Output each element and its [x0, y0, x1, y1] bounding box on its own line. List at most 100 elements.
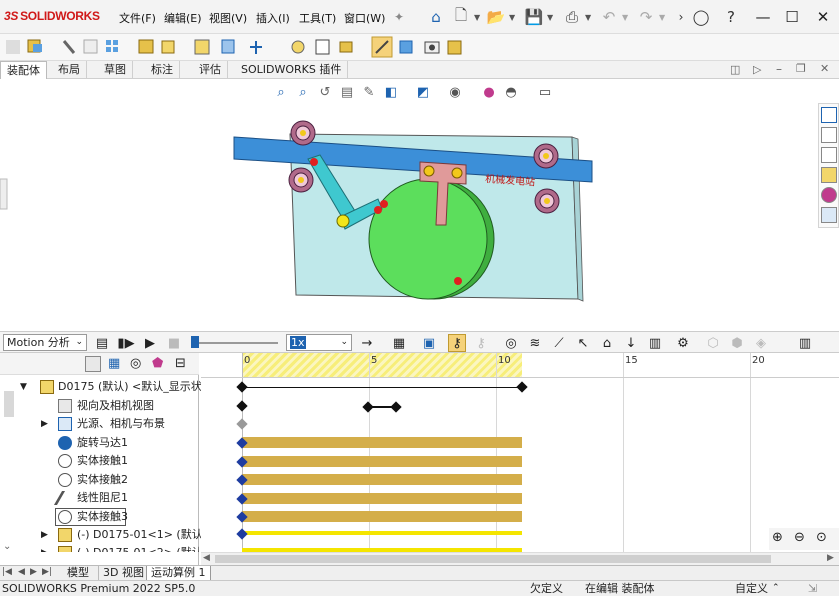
tab-last-icon[interactable]: ▶| [42, 567, 52, 577]
tab-first-icon[interactable]: |◀ [2, 567, 12, 577]
tree-item-lights[interactable]: ▶ 光源、相机与布景 [0, 415, 199, 433]
tree-item-part-2[interactable]: ▶ (-) D0175-01<2> (默认) [0, 544, 199, 552]
filter-selected-icon[interactable]: ◎ [130, 356, 141, 371]
motor-icon[interactable]: ◎ [502, 334, 520, 352]
doc-restore-icon[interactable]: ❐ [796, 62, 806, 75]
filter-results-icon[interactable]: ⬟ [152, 356, 163, 371]
menu-edit[interactable]: 编辑(E) [164, 10, 202, 26]
redo-icon[interactable]: ↷ [637, 8, 655, 26]
key-point-icon[interactable] [362, 401, 374, 413]
autokey-icon[interactable]: ⚷ [448, 334, 466, 352]
tree-item-part-1[interactable]: ▶ (-) D0175-01<1> (默认) [0, 526, 207, 544]
design-library-icon[interactable] [821, 127, 837, 143]
tree-item-contact-1[interactable]: 实体接触1 [0, 452, 199, 470]
chevron-down-icon[interactable]: ▼ [547, 13, 553, 22]
appearances-icon[interactable] [821, 187, 837, 203]
playback-speed-select[interactable]: 1x ⌄ [286, 334, 352, 351]
motion-properties-icon[interactable]: ⚙ [674, 334, 692, 352]
force-icon[interactable]: ↖ [574, 334, 592, 352]
timeline-scrollbar[interactable]: ◀ ▶ [201, 552, 839, 565]
spring-icon[interactable]: ≋ [526, 334, 544, 352]
doc-close-icon[interactable]: ✕ [820, 62, 829, 75]
panel-layout-icon[interactable]: ▥ [796, 334, 814, 352]
next-tab-icon[interactable]: ▷ [753, 63, 761, 76]
tree-item-damper[interactable]: 线性阻尼1 [0, 489, 199, 507]
help-icon[interactable]: ? [722, 8, 740, 26]
tree-item-views[interactable]: 视向及相机视图 [0, 397, 199, 415]
damper-time-bar[interactable] [242, 493, 522, 504]
resources-home-icon[interactable] [821, 107, 837, 123]
key-point-icon[interactable] [236, 381, 248, 393]
tab-assembly[interactable]: 装配体 [0, 61, 47, 79]
motor-time-bar[interactable] [242, 437, 522, 448]
file-explorer-icon[interactable] [821, 147, 837, 163]
playback-slider-handle[interactable] [191, 336, 199, 348]
user-icon[interactable]: ◯ [692, 8, 710, 26]
print-icon[interactable]: ⎙ [563, 8, 581, 26]
contact3-time-bar[interactable] [242, 511, 522, 522]
doc-minimize-icon[interactable]: – [776, 62, 782, 76]
tree-item-motor[interactable]: 旋转马达1 [0, 434, 199, 452]
tab-prev-icon[interactable]: ◀ [18, 567, 25, 577]
tab-sketch[interactable]: 草图 [98, 61, 133, 79]
scroll-left-icon[interactable]: ◀ [203, 553, 210, 563]
menu-insert[interactable]: 插入(I) [256, 10, 290, 26]
side-panel-handle-icon[interactable] [0, 178, 8, 210]
pin-icon[interactable]: ✦ [390, 8, 408, 26]
filter-animated-icon[interactable] [85, 356, 101, 372]
solidworks-logo[interactable]: 3S SOLIDWORKS [4, 9, 100, 23]
key-point-icon[interactable] [236, 418, 248, 430]
motion-timeline[interactable]: 0 5 10 15 20 ⊕ ⊖ ⊙ ◀ ▶ [201, 353, 839, 565]
tree-item-root[interactable]: ▼ D0175 (默认) <默认_显示状态 [0, 378, 213, 396]
key-point-icon[interactable] [516, 381, 528, 393]
zoom-in-icon[interactable]: ⊕ [772, 530, 783, 545]
scroll-right-icon[interactable]: ▶ [827, 553, 834, 563]
tab-model[interactable]: 模型 [63, 566, 93, 581]
part1-time-bar[interactable] [242, 531, 522, 535]
units-status[interactable]: 自定义 [735, 581, 768, 596]
tab-evaluate[interactable]: 评估 [193, 61, 228, 79]
tree-item-contact-3[interactable]: 实体接触3 [0, 508, 199, 526]
results-plots-icon[interactable]: ▥ [646, 334, 664, 352]
custom-properties-icon[interactable] [821, 207, 837, 223]
restore-tab-icon[interactable]: ◫ [730, 63, 740, 76]
tab-addins[interactable]: SOLIDWORKS 插件 [235, 61, 349, 79]
tab-markup[interactable]: 标注 [145, 61, 180, 79]
play-from-start-icon[interactable]: ▮▶ [117, 334, 135, 352]
undo-icon[interactable]: ↶ [600, 8, 618, 26]
playback-slider-track[interactable] [193, 342, 278, 344]
animation-wizard-icon[interactable]: ▣ [420, 334, 438, 352]
new-document-icon[interactable]: 🗋 [452, 6, 470, 26]
save-animation-icon[interactable]: ▦ [390, 334, 408, 352]
chevron-down-icon[interactable]: ▼ [585, 13, 591, 22]
tab-next-icon[interactable]: ▶ [30, 567, 37, 577]
save-icon[interactable]: 💾 [525, 8, 544, 26]
resize-grip-icon[interactable]: ⇲ [808, 581, 817, 596]
menu-window[interactable]: 窗口(W) [344, 10, 385, 26]
chevron-up-icon[interactable]: ⌃ [772, 581, 780, 596]
menu-tools[interactable]: 工具(T) [299, 10, 336, 26]
zoom-out-icon[interactable]: ⊖ [794, 530, 805, 545]
calculate-icon[interactable]: ▤ [93, 334, 111, 352]
playback-mode-icon[interactable]: → [358, 334, 376, 352]
home-icon[interactable]: ⌂ [427, 8, 445, 26]
tab-motion-study-1[interactable]: 运动算例 1 [146, 566, 211, 581]
minimize-icon[interactable]: — [754, 8, 772, 26]
graphics-viewport[interactable]: ⌕ ⌕ ↺ ▤ ✎ ◧ ◩ ◉ ● ◓ ▭ 机械发电站 [0, 79, 839, 331]
scroll-thumb[interactable] [215, 555, 771, 563]
menu-file[interactable]: 文件(F) [119, 10, 156, 26]
collapse-all-icon[interactable]: ⊟ [175, 356, 186, 371]
key-point-icon[interactable] [236, 400, 248, 412]
chevron-down-icon[interactable]: ▼ [659, 13, 665, 22]
gravity-icon[interactable]: ↓ [622, 334, 640, 352]
filter-driving-icon[interactable]: ▦ [108, 356, 120, 371]
add-key-icon[interactable]: ⚷ [472, 334, 490, 352]
play-icon[interactable]: ▶ [141, 334, 159, 352]
tab-layout[interactable]: 布局 [52, 61, 87, 79]
chevron-down-icon[interactable]: ▼ [622, 13, 628, 22]
tab-3d-views[interactable]: 3D 视图 [98, 566, 148, 581]
close-icon[interactable]: ✕ [814, 8, 832, 26]
study-type-select[interactable]: Motion 分析 ⌄ [3, 334, 87, 351]
maximize-icon[interactable]: ☐ [783, 8, 801, 26]
contact1-time-bar[interactable] [242, 456, 522, 467]
